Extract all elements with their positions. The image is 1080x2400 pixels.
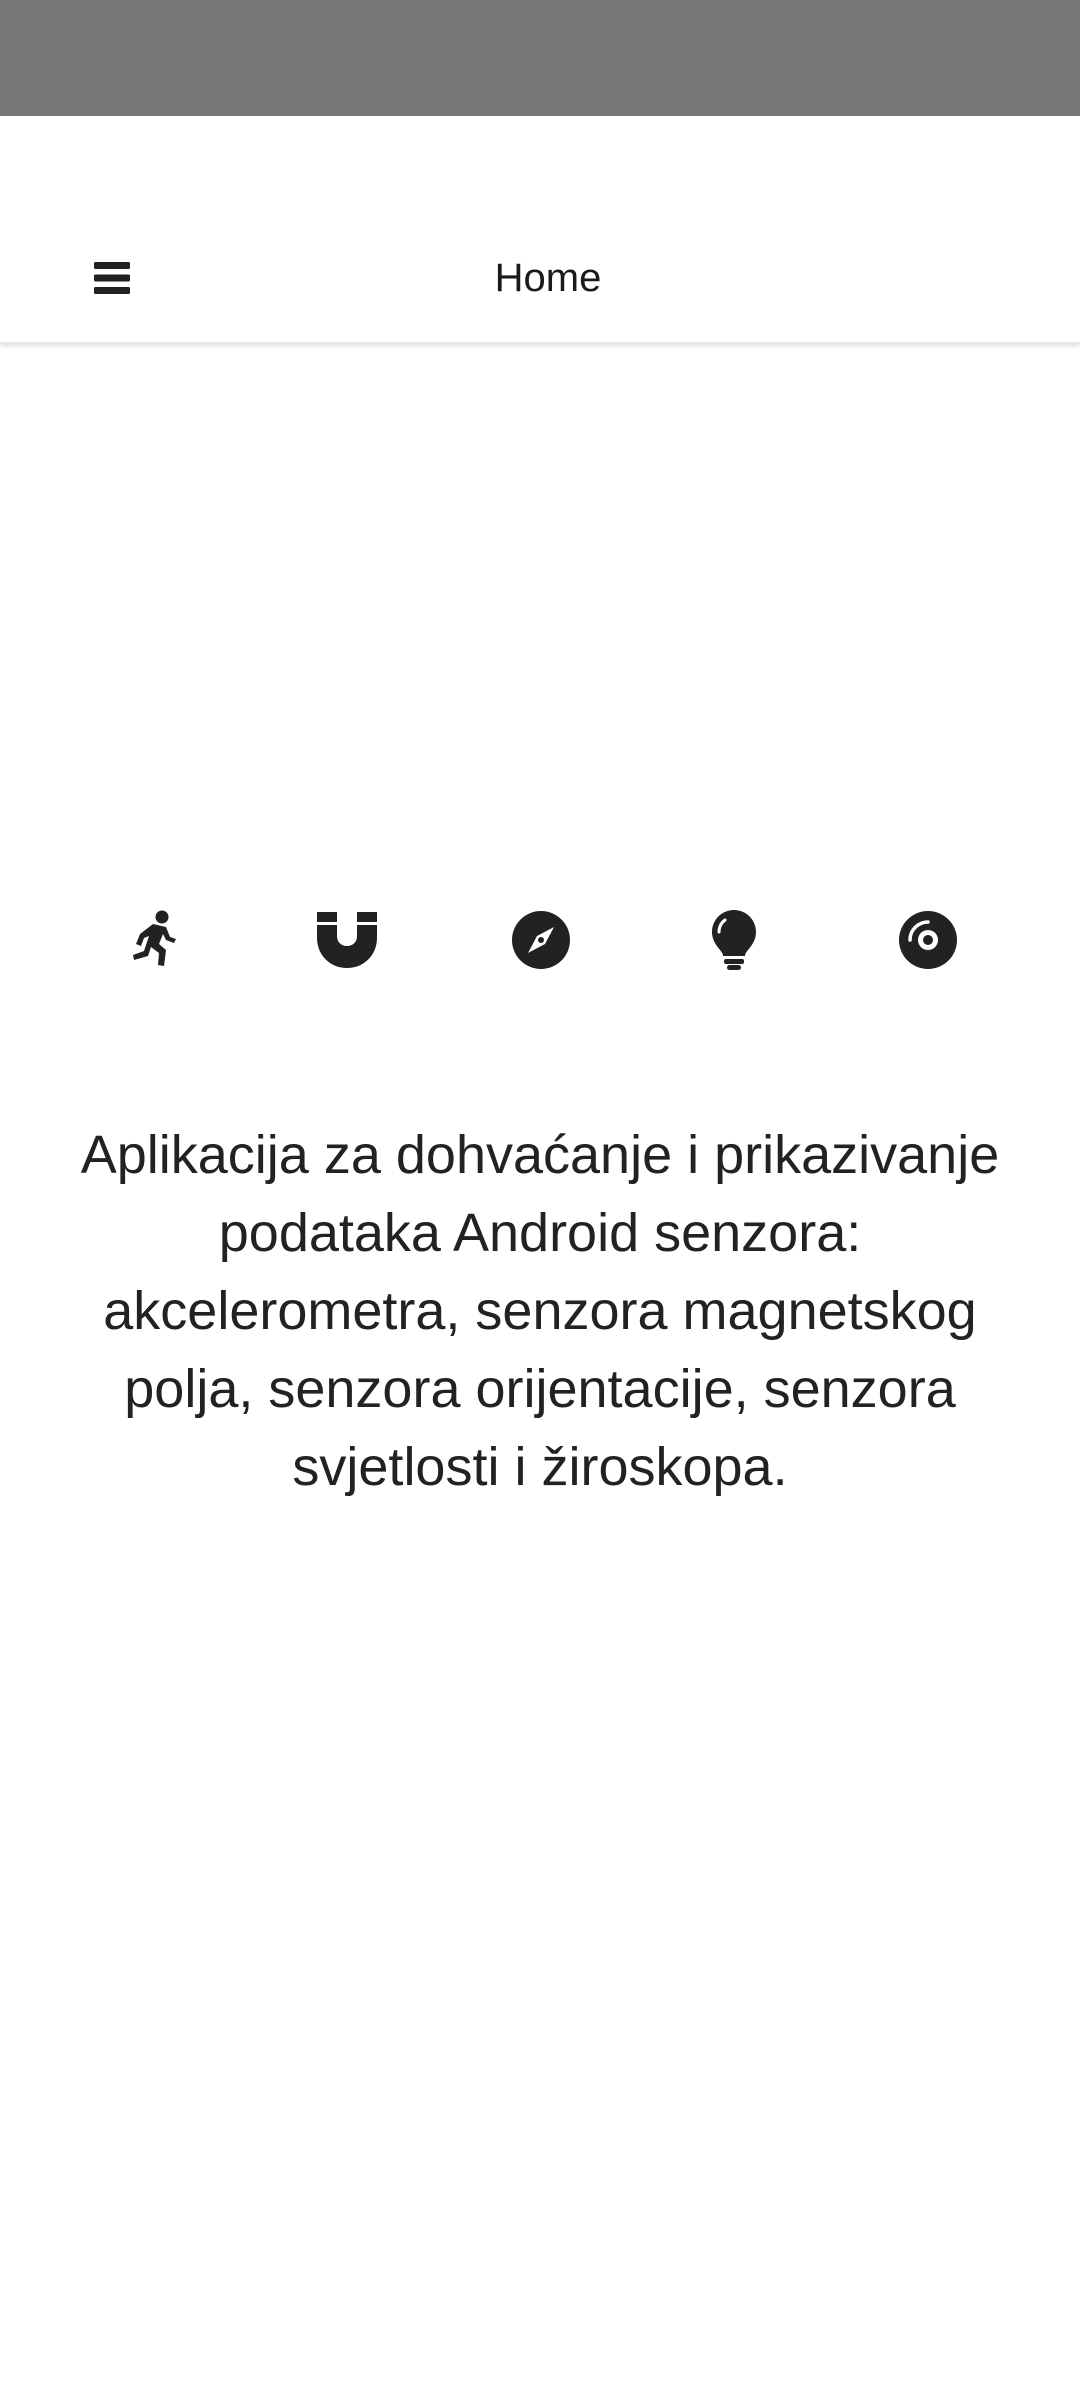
accelerometer-button[interactable] — [114, 900, 194, 980]
orientation-button[interactable] — [501, 900, 581, 980]
running-person-icon — [133, 910, 176, 966]
app-description: Aplikacija za dohvaćanje i prikazivanje … — [80, 1125, 1000, 1497]
page-title: Home — [494, 256, 602, 300]
gyroscope-button[interactable] — [888, 900, 968, 980]
compass-icon — [512, 911, 570, 969]
app-bar: Home — [0, 116, 1080, 343]
light-sensor-button[interactable] — [694, 900, 774, 980]
lightbulb-icon — [712, 910, 756, 970]
gyroscope-disc-icon — [899, 911, 957, 969]
magnetometer-button[interactable] — [307, 900, 387, 980]
status-bar — [0, 0, 1080, 116]
magnet-icon — [317, 912, 377, 968]
sensor-icons-row — [0, 900, 1080, 980]
